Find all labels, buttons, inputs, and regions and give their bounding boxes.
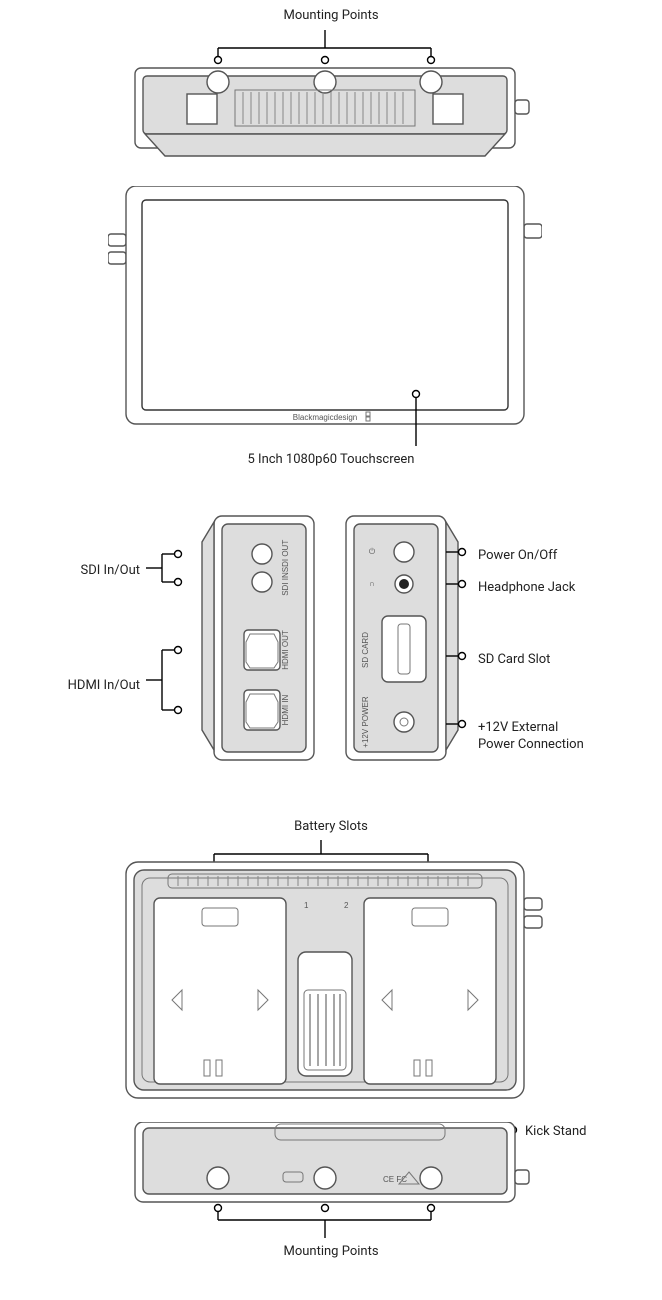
svg-text:1: 1 xyxy=(304,901,309,910)
brand-logo: Blackmagicdesign xyxy=(293,413,357,422)
label-battery: Battery Slots xyxy=(0,819,662,836)
label-touchscreen: 5 Inch 1080p60 Touchscreen xyxy=(0,452,662,469)
svg-text:HDMI IN: HDMI IN xyxy=(281,694,290,725)
diagram-top-view xyxy=(115,30,535,160)
side-right: ⏻ ∩ SD CARD +12V POWER xyxy=(346,516,458,760)
diagram-side-views: SDI OUT SDI IN HDMI OUT HDMI IN ⏻ ∩ SD C… xyxy=(146,512,506,772)
diagram-back-view: 1 2 xyxy=(108,840,548,1102)
label-sdi: SDI In/Out xyxy=(81,563,140,580)
svg-text:HDMI OUT: HDMI OUT xyxy=(281,630,290,670)
svg-text:2: 2 xyxy=(344,901,349,910)
svg-text:CE FC: CE FC xyxy=(383,1175,407,1184)
svg-text:SDI IN: SDI IN xyxy=(281,572,290,596)
label-hdmi: HDMI In/Out xyxy=(68,678,140,695)
svg-text:⏻: ⏻ xyxy=(369,547,376,556)
label-mounting-top: Mounting Points xyxy=(0,8,662,25)
svg-text:∩: ∩ xyxy=(369,579,375,588)
side-left: SDI OUT SDI IN HDMI OUT HDMI IN xyxy=(202,516,314,760)
svg-text:SDI OUT: SDI OUT xyxy=(281,540,290,573)
diagram-front-view: Blackmagicdesign xyxy=(108,186,542,454)
svg-text:SD CARD: SD CARD xyxy=(361,632,370,668)
label-mounting-bottom: Mounting Points xyxy=(0,1244,662,1261)
diagram-bottom-view: CE FC xyxy=(115,1122,545,1262)
svg-text:+12V POWER: +12V POWER xyxy=(361,696,370,748)
